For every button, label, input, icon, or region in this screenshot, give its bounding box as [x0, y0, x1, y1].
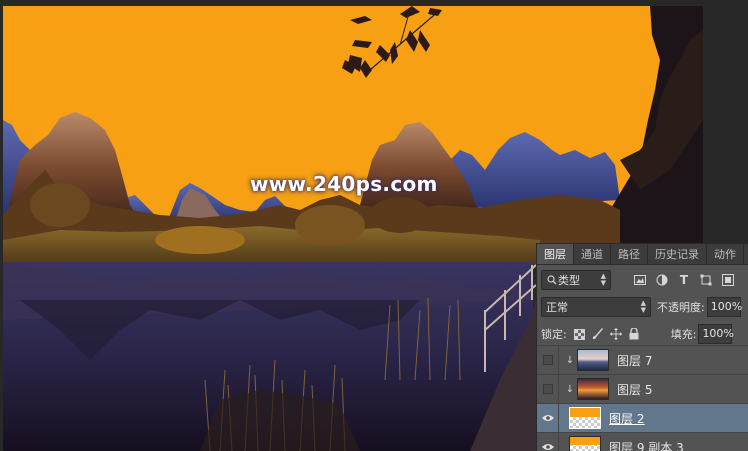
opacity-label: 不透明度:: [657, 301, 705, 314]
fill-label: 填充:: [670, 328, 697, 341]
clipping-arrow-icon: ↓: [565, 383, 575, 395]
layer-name: 图层 9 副本 3: [609, 440, 684, 451]
filter-kind-dropdown[interactable]: 类型 ▲ ▼: [541, 270, 611, 290]
layer-name: 图层 2: [609, 411, 645, 426]
blend-mode-value: 正常: [546, 301, 568, 314]
visibility-toggle[interactable]: [537, 432, 559, 451]
lock-row: 锁定: 填充: 100%: [537, 322, 748, 346]
dropdown-arrows-icon: ▲ ▼: [640, 299, 646, 314]
visibility-off-box: [542, 384, 553, 394]
layer-thumbnail: [569, 407, 601, 429]
watermark-text: www.240ps.com: [250, 172, 438, 196]
layer-row[interactable]: ↓ 图层 7: [537, 345, 748, 375]
tab-actions[interactable]: 动作: [707, 244, 744, 264]
tab-history[interactable]: 历史记录: [648, 244, 707, 264]
shape-filter-icon[interactable]: [697, 271, 715, 289]
layer-thumbnail: [577, 349, 609, 371]
layer-row[interactable]: 图层 9 副本 3: [537, 432, 748, 451]
fill-input[interactable]: 100%: [698, 324, 734, 344]
smart-object-filter-icon[interactable]: [719, 271, 737, 289]
eye-icon: [541, 440, 554, 451]
search-icon: [546, 271, 558, 289]
clipping-arrow-icon: ↓: [565, 354, 575, 366]
filter-row: 类型 ▲ ▼ T: [537, 268, 748, 292]
tab-layers[interactable]: 图层: [537, 244, 574, 264]
eye-icon: [541, 411, 554, 425]
layer-thumbnail: [569, 436, 601, 451]
layer-name: 图层 7: [617, 353, 653, 368]
lock-paint-icon[interactable]: [589, 325, 607, 343]
layer-name: 图层 5: [617, 382, 653, 397]
layers-panel: 图层 通道 路径 历史记录 动作 类型 ▲ ▼ T 正常 ▲ ▼ 不透明度: 1…: [536, 243, 748, 451]
layer-thumbnail: [577, 378, 609, 400]
visibility-toggle[interactable]: [537, 345, 559, 375]
opacity-input[interactable]: 100%: [706, 297, 742, 317]
lock-move-icon[interactable]: [607, 325, 625, 343]
blend-row: 正常 ▲ ▼ 不透明度: 100%: [537, 295, 748, 319]
lock-all-icon[interactable]: [625, 325, 643, 343]
adjustment-filter-icon[interactable]: [653, 271, 671, 289]
filter-kind-label: 类型: [558, 274, 580, 287]
visibility-toggle[interactable]: [537, 374, 559, 404]
visibility-off-box: [542, 355, 553, 365]
panel-tabs: 图层 通道 路径 历史记录 动作: [537, 244, 748, 265]
visibility-toggle[interactable]: [537, 403, 559, 433]
layer-row-selected[interactable]: 图层 2: [537, 403, 748, 433]
dropdown-arrows-icon: ▲ ▼: [600, 272, 606, 287]
tab-paths[interactable]: 路径: [611, 244, 648, 264]
tab-channels[interactable]: 通道: [574, 244, 611, 264]
layer-row[interactable]: ↓ 图层 5: [537, 374, 748, 404]
image-filter-icon[interactable]: [631, 271, 649, 289]
lock-label: 锁定:: [541, 328, 567, 341]
blend-mode-dropdown[interactable]: 正常 ▲ ▼: [541, 297, 651, 317]
lock-transparent-icon[interactable]: [571, 325, 589, 343]
type-filter-icon[interactable]: T: [675, 271, 693, 289]
